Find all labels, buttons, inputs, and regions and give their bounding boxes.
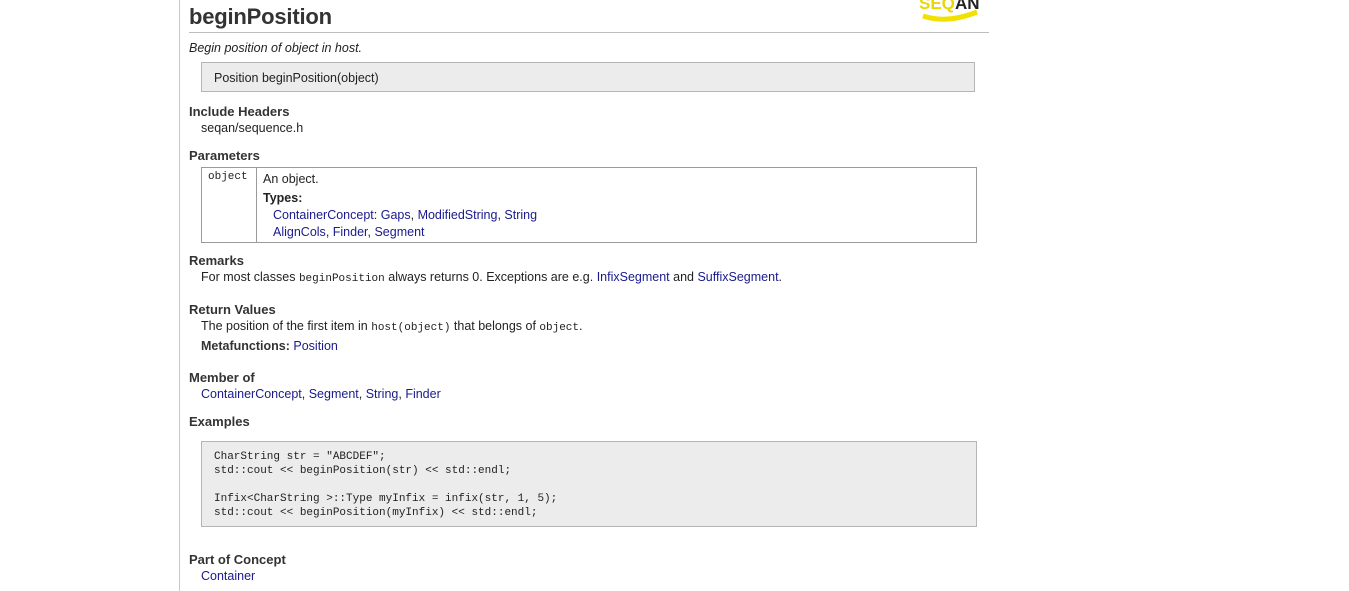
parameters-table: object An object. Types: ContainerConcep… xyxy=(201,167,977,243)
return-mid: that belongs of xyxy=(450,319,540,333)
param-type-link-containerconcept[interactable]: ContainerConcept xyxy=(273,208,374,222)
param-type-link-aligncols[interactable]: AlignCols xyxy=(273,225,326,239)
return-values-heading: Return Values xyxy=(189,302,276,317)
remarks-mid: always returns 0. Exceptions are e.g. xyxy=(384,270,597,284)
param-types-line-1: ContainerConcept: Gaps, ModifiedString, … xyxy=(263,207,537,224)
param-desc-cell: An object. Types: ContainerConcept: Gaps… xyxy=(257,168,543,242)
remarks-code: beginPosition xyxy=(298,273,385,285)
return-end: . xyxy=(579,319,583,333)
param-type-link-string[interactable]: String xyxy=(504,208,537,222)
member-of-heading: Member of xyxy=(189,370,255,385)
remarks-pre: For most classes xyxy=(201,270,299,284)
seqan-logo[interactable]: SEQ AN xyxy=(917,0,985,24)
position-link[interactable]: Position xyxy=(293,339,337,353)
param-types-label: Types: xyxy=(263,191,303,205)
param-type-link-segment[interactable]: Segment xyxy=(374,225,424,239)
param-type-link-modifiedstring[interactable]: ModifiedString xyxy=(418,208,498,222)
example-code-box: CharString str = "ABCDEF"; std::cout << … xyxy=(201,441,977,527)
member-of-link-string[interactable]: String xyxy=(366,387,399,401)
member-of-separator: , xyxy=(358,387,366,401)
remarks-and: and xyxy=(669,270,698,284)
member-of-separator: , xyxy=(301,387,309,401)
member-of-link-containerconcept[interactable]: ContainerConcept xyxy=(201,387,302,401)
metafunctions-line: Metafunctions: Position xyxy=(201,339,338,353)
param-type-separator: , xyxy=(410,208,418,222)
param-type-link-gaps[interactable]: Gaps xyxy=(381,208,411,222)
remarks-end: . xyxy=(778,270,783,284)
remarks-heading: Remarks xyxy=(189,253,244,268)
param-type-separator: : xyxy=(373,208,381,222)
param-types-line-2: AlignCols, Finder, Segment xyxy=(263,224,537,241)
include-headers-heading: Include Headers xyxy=(189,104,290,119)
title-bar: beginPosition SEQ AN xyxy=(189,0,989,33)
metafunctions-label: Metafunctions: xyxy=(201,339,290,353)
member-of-link-segment[interactable]: Segment xyxy=(309,387,359,401)
member-of-list: ContainerConcept, Segment, String, Finde… xyxy=(201,387,441,401)
part-of-concept-value: Container xyxy=(201,569,255,583)
page-title: beginPosition xyxy=(189,4,332,29)
param-type-link-finder[interactable]: Finder xyxy=(333,225,368,239)
infix-segment-link[interactable]: InfixSegment xyxy=(597,270,670,284)
doc-content: beginPosition SEQ AN Begin position of o… xyxy=(189,0,989,583)
return-code-object: object xyxy=(539,322,579,334)
remarks-text: For most classes beginPosition always re… xyxy=(201,270,782,285)
return-code-host: host(object) xyxy=(371,322,451,334)
include-headers-value: seqan/sequence.h xyxy=(201,121,304,135)
part-of-concept-heading: Part of Concept xyxy=(189,552,286,567)
function-summary: Begin position of object in host. xyxy=(189,41,363,55)
container-link[interactable]: Container xyxy=(201,569,255,583)
logo-text-an: AN xyxy=(955,0,980,13)
suffix-segment-link[interactable]: SuffixSegment xyxy=(697,270,778,284)
signature-box: Position beginPosition(object) xyxy=(201,62,975,92)
logo-text-seq: SEQ xyxy=(919,0,955,13)
left-border-rule xyxy=(179,0,180,591)
signature-text: Position beginPosition(object) xyxy=(214,71,379,85)
member-of-link-finder[interactable]: Finder xyxy=(405,387,440,401)
examples-heading: Examples xyxy=(189,414,250,429)
param-description: An object. xyxy=(263,172,319,186)
return-values-text: The position of the first item in host(o… xyxy=(201,319,582,334)
param-type-separator: , xyxy=(325,225,333,239)
parameters-heading: Parameters xyxy=(189,148,260,163)
return-pre: The position of the first item in xyxy=(201,319,372,333)
param-name-cell: object xyxy=(202,168,257,242)
